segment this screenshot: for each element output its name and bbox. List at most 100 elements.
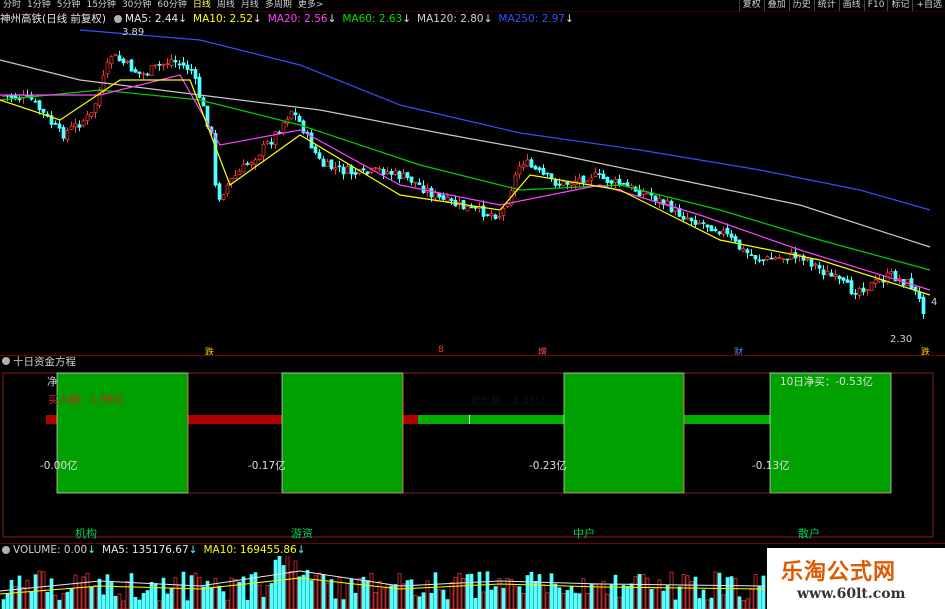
- candle-body: [117, 55, 122, 62]
- history-button[interactable]: 历史: [788, 0, 814, 11]
- candle-body: [109, 56, 114, 65]
- volume-bar: [109, 581, 114, 609]
- volume-bar: [489, 589, 494, 609]
- candlestick-chart[interactable]: [0, 25, 945, 355]
- period-tab-fenshi[interactable]: 分时: [0, 0, 24, 11]
- candle-body: [873, 279, 878, 284]
- volume-bar: [97, 578, 102, 609]
- volume-bar: [145, 590, 150, 609]
- volume-bar: [161, 577, 166, 609]
- candle-body: [681, 216, 686, 220]
- volume-bar: [29, 591, 34, 609]
- volume-bar: [81, 576, 86, 609]
- candle-body: [841, 277, 846, 281]
- volume-bar: [169, 587, 174, 609]
- period-tab-15min[interactable]: 15分钟: [83, 0, 118, 11]
- period-tab-daily[interactable]: 日线: [190, 0, 214, 11]
- candle-body: [725, 227, 730, 235]
- volume-bar: [389, 585, 394, 609]
- candle-body: [845, 279, 850, 283]
- candle-body: [565, 182, 570, 185]
- statistics-button[interactable]: 统计: [813, 0, 839, 11]
- volume-bar: [233, 578, 238, 609]
- volume-bar: [321, 574, 326, 609]
- volume-bar: [285, 556, 290, 609]
- period-tab-1min[interactable]: 1分钟: [24, 0, 54, 11]
- period-tab-monthly[interactable]: 月线: [238, 0, 262, 11]
- volume-bar: [197, 577, 202, 609]
- candle-body: [281, 122, 286, 134]
- period-tab-30min[interactable]: 30分钟: [119, 0, 154, 11]
- candle-body: [745, 249, 750, 254]
- ma-legend-item: MA60: 2.63↓: [342, 13, 412, 25]
- down-arrow-icon: ↓: [327, 13, 337, 25]
- volume-bar: [565, 590, 570, 609]
- indicator-settings-icon[interactable]: [2, 546, 10, 554]
- candle-body: [837, 275, 842, 280]
- candle-body: [833, 274, 838, 277]
- fund-panel-title: 十日资金方程: [13, 355, 76, 368]
- candle-body: [373, 167, 378, 169]
- right-edge-price-label: 4: [931, 297, 938, 308]
- volume-bar: [309, 580, 314, 609]
- volume-bar: [217, 585, 222, 609]
- volume-bar: [729, 576, 734, 609]
- overlay-button[interactable]: 叠加: [763, 0, 789, 11]
- volume-bar: [421, 592, 426, 609]
- period-tab-5min[interactable]: 5分钟: [54, 0, 84, 11]
- candle-body: [365, 171, 370, 175]
- candle-body: [217, 183, 222, 200]
- f10-button[interactable]: F10: [863, 0, 888, 11]
- ma-legend-item: MA5: 2.44↓: [125, 13, 188, 25]
- buy-bar: [46, 415, 58, 424]
- candle-body: [549, 173, 554, 179]
- indicator-settings-icon[interactable]: [114, 14, 123, 23]
- candle-body: [473, 206, 478, 209]
- candle-body: [765, 256, 770, 260]
- candle-body: [897, 277, 902, 280]
- candle-body: [605, 177, 610, 184]
- candle-body: [741, 248, 746, 252]
- candle-body: [749, 254, 754, 257]
- candle-body: [333, 167, 338, 170]
- mark-button[interactable]: 标记: [887, 0, 912, 11]
- period-tab-more[interactable]: 更多>: [295, 0, 327, 11]
- volume-bar: [405, 580, 410, 609]
- volume-bar: [93, 585, 98, 609]
- draw-line-button[interactable]: 画线: [838, 0, 864, 11]
- volume-bar: [737, 596, 742, 609]
- period-tab-60min[interactable]: 60分钟: [154, 0, 189, 11]
- candle-body: [413, 181, 418, 184]
- volume-bar: [625, 585, 630, 609]
- candle-body: [153, 64, 158, 67]
- volume-bar: [745, 598, 750, 609]
- ma-legend-item: MA20: 2.56↓: [267, 13, 337, 25]
- volume-bar: [353, 592, 358, 609]
- candle-body: [169, 59, 174, 66]
- candle-body: [781, 258, 786, 261]
- volume-bar: [229, 577, 234, 609]
- candle-body: [341, 166, 346, 175]
- volume-bar: [521, 593, 526, 609]
- volume-bar: [53, 594, 58, 609]
- volume-bar: [57, 599, 62, 609]
- add-watchlist-button[interactable]: +自选: [912, 0, 945, 11]
- volume-bar: [721, 594, 726, 609]
- candle-body: [685, 217, 690, 220]
- candle-body: [149, 65, 154, 77]
- candle-body: [621, 183, 626, 185]
- period-tab-multi[interactable]: 多周期: [262, 0, 295, 11]
- volume-bar: [129, 573, 134, 609]
- mid-retail-box: [563, 372, 685, 494]
- restore-right-button[interactable]: 复权: [738, 0, 764, 11]
- down-arrow-icon: ↓: [188, 544, 198, 556]
- candle-body: [553, 179, 558, 186]
- indicator-settings-icon[interactable]: [2, 357, 10, 365]
- volume-bar: [289, 571, 294, 609]
- period-tab-weekly[interactable]: 周线: [214, 0, 238, 11]
- volume-bar: [673, 599, 678, 609]
- volume-bar: [433, 572, 438, 609]
- candle-body: [529, 159, 534, 168]
- candle-body: [133, 69, 138, 73]
- event-marker[interactable]: 8: [438, 345, 444, 355]
